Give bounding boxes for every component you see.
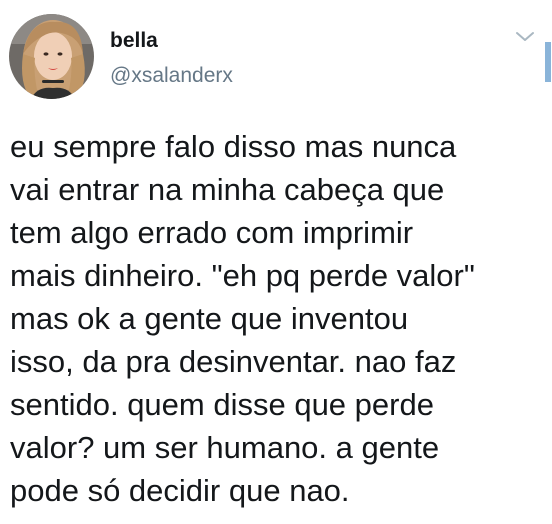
chevron-down-icon[interactable] (513, 28, 537, 46)
user-handle[interactable]: @xsalanderx (110, 65, 233, 86)
scroll-indicator (545, 42, 551, 82)
avatar-photo (9, 14, 94, 99)
tweet-line: mais dinheiro. "eh pq perde valor" (10, 258, 475, 293)
avatar[interactable] (9, 14, 94, 99)
tweet-line: pode só decidir que nao. (10, 473, 350, 508)
tweet-line: tem algo errado com imprimir (10, 215, 414, 250)
tweet-text: eu sempre falo disso mas nunca vai entra… (10, 125, 540, 512)
tweet-line: mas ok a gente que inventou (10, 301, 409, 336)
tweet-line: valor? um ser humano. a gente (10, 430, 440, 465)
tweet-line: isso, da pra desinventar. nao faz (10, 344, 457, 379)
tweet-line: vai entrar na minha cabeça que (10, 172, 445, 207)
tweet-card: bella @xsalanderx eu sempre falo disso m… (0, 0, 552, 524)
tweet-line: eu sempre falo disso mas nunca (10, 129, 457, 164)
display-name[interactable]: bella (110, 30, 158, 51)
tweet-line: sentido. quem disse que perde (10, 387, 434, 422)
